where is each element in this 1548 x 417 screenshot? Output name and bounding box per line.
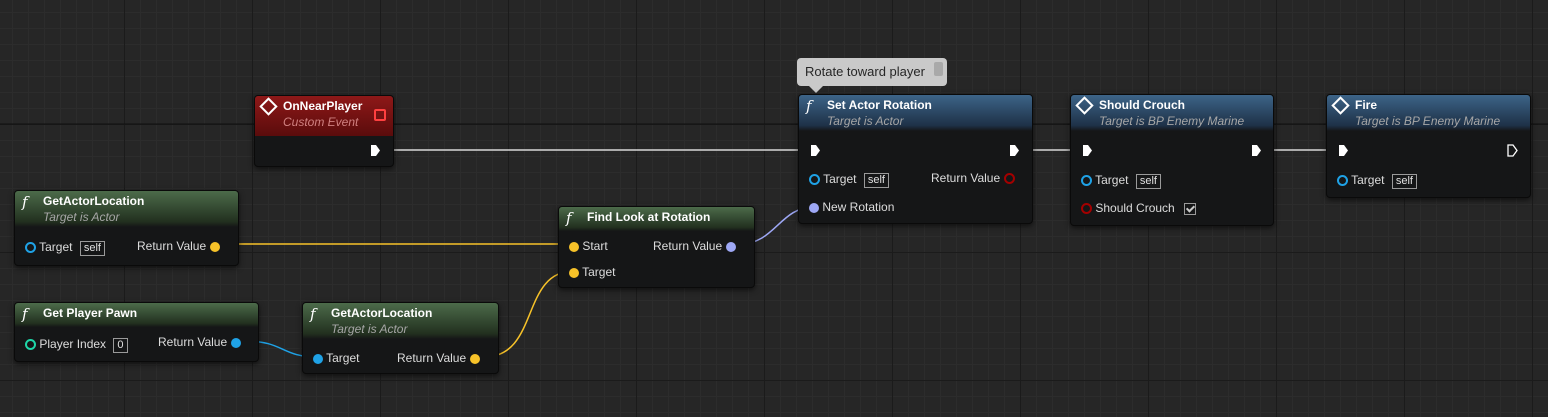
return-value-pin[interactable]: Return Value	[137, 239, 220, 253]
pin-label: New Rotation	[822, 200, 895, 214]
new-rotation-pin[interactable]: New Rotation	[809, 200, 894, 214]
self-default-box[interactable]: self	[1135, 174, 1161, 189]
object-pin-icon	[313, 353, 323, 364]
node-should-crouch[interactable]: Should Crouch Target is BP Enemy Marine …	[1070, 94, 1274, 226]
object-pin-icon	[1081, 175, 1092, 187]
node-title: Set Actor Rotation	[827, 98, 932, 112]
int-pin-icon	[25, 339, 36, 351]
comment-bubble[interactable]: Rotate toward player	[797, 58, 947, 93]
node-title: OnNearPlayer	[283, 99, 363, 113]
should-crouch-checkbox[interactable]	[1184, 202, 1197, 215]
object-pin-icon	[230, 337, 241, 348]
return-value-pin[interactable]: Return Value	[931, 171, 1015, 185]
bool-pin-icon	[1081, 203, 1092, 215]
node-title: GetActorLocation	[43, 194, 145, 208]
self-default-box[interactable]: self	[79, 241, 105, 256]
vector-pin-icon	[569, 267, 579, 278]
pin-label: Return Value	[397, 351, 467, 365]
self-default-box[interactable]: self	[863, 173, 889, 188]
node-title: Should Crouch	[1099, 98, 1185, 112]
object-pin-icon	[25, 242, 36, 254]
node-get-player-pawn[interactable]: f Get Player Pawn Player Index 0 Return …	[14, 302, 259, 362]
comment-text: Rotate toward player	[805, 64, 925, 79]
pin-label: Target	[326, 351, 360, 365]
node-subtitle: Target is Actor	[331, 322, 408, 336]
node-subtitle: Custom Event	[283, 115, 359, 129]
comment-bubble-toggle-icon[interactable]	[934, 62, 943, 76]
node-subtitle: Target is Actor	[827, 114, 904, 128]
exec-in-pin[interactable]	[810, 144, 821, 157]
exec-out-pin[interactable]	[1251, 144, 1262, 157]
node-title: Get Player Pawn	[43, 306, 138, 320]
target-pin[interactable]: Target self	[1337, 173, 1417, 189]
should-crouch-pin[interactable]: Should Crouch	[1081, 201, 1197, 215]
node-get-actor-location[interactable]: f GetActorLocation Target is Actor Targe…	[302, 302, 499, 374]
event-diamond-icon	[259, 97, 278, 116]
delegate-pin-icon[interactable]	[374, 109, 386, 121]
function-icon: f	[806, 97, 812, 115]
target-pin[interactable]: Target self	[809, 172, 889, 188]
exec-out-pin[interactable]	[370, 144, 381, 157]
pin-label: Target	[39, 240, 73, 254]
node-subtitle: Target is BP Enemy Marine	[1355, 114, 1501, 128]
pin-label: Return Value	[653, 239, 723, 253]
pin-label: Start	[582, 239, 608, 253]
node-subtitle: Target is Actor	[43, 210, 120, 224]
node-get-actor-location[interactable]: f GetActorLocation Target is Actor Targe…	[14, 190, 239, 266]
object-pin-icon	[1337, 175, 1348, 187]
node-on-near-player[interactable]: OnNearPlayer Custom Event	[254, 95, 394, 167]
target-pin[interactable]: Target self	[25, 240, 105, 256]
function-icon: f	[22, 305, 28, 323]
target-pin[interactable]: Target self	[1081, 173, 1161, 189]
pin-label: Player Index	[39, 337, 107, 351]
object-pin-icon	[809, 174, 820, 186]
rotator-pin-icon	[809, 202, 819, 213]
vector-pin-icon	[469, 353, 480, 364]
return-value-pin[interactable]: Return Value	[158, 335, 241, 349]
target-pin[interactable]: Target	[569, 265, 615, 279]
exec-out-pin[interactable]	[1009, 144, 1020, 157]
blueprint-graph-canvas[interactable]: Rotate toward player OnNearPlayer Custom…	[0, 0, 1548, 417]
node-find-look-at-rotation[interactable]: f Find Look at Rotation Start Target Ret…	[558, 206, 755, 288]
self-default-box[interactable]: self	[1391, 174, 1417, 189]
bool-pin-icon	[1003, 173, 1015, 185]
pin-label: Target	[1351, 173, 1385, 187]
function-diamond-icon	[1075, 96, 1094, 115]
pin-label: Should Crouch	[1095, 201, 1175, 215]
node-set-actor-rotation[interactable]: f Set Actor Rotation Target is Actor Tar…	[798, 94, 1033, 224]
player-index-pin[interactable]: Player Index 0	[25, 337, 128, 353]
node-title: Fire	[1355, 98, 1378, 112]
exec-in-pin[interactable]	[1082, 144, 1093, 157]
pin-label: Return Value	[158, 335, 228, 349]
target-pin[interactable]: Target	[313, 351, 359, 365]
node-subtitle: Target is BP Enemy Marine	[1099, 114, 1245, 128]
function-icon: f	[22, 193, 28, 211]
pin-label: Return Value	[137, 239, 207, 253]
node-title: GetActorLocation	[331, 306, 433, 320]
vector-pin-icon	[209, 241, 220, 252]
node-title: Find Look at Rotation	[587, 210, 711, 224]
rotator-pin-icon	[725, 241, 736, 252]
return-value-pin[interactable]: Return Value	[653, 239, 736, 253]
start-pin[interactable]: Start	[569, 239, 608, 253]
return-value-pin[interactable]: Return Value	[397, 351, 480, 365]
pin-label: Target	[582, 265, 616, 279]
vector-pin-icon	[569, 241, 579, 252]
function-icon: f	[310, 305, 316, 323]
pin-label: Return Value	[931, 171, 1001, 185]
node-fire[interactable]: Fire Target is BP Enemy Marine Target se…	[1326, 94, 1531, 198]
pin-label: Target	[823, 172, 857, 186]
exec-out-pin[interactable]	[1507, 144, 1518, 157]
function-diamond-icon	[1331, 96, 1350, 115]
exec-in-pin[interactable]	[1338, 144, 1349, 157]
function-icon: f	[566, 209, 572, 227]
pin-label: Target	[1095, 173, 1129, 187]
player-index-input[interactable]: 0	[113, 338, 128, 353]
